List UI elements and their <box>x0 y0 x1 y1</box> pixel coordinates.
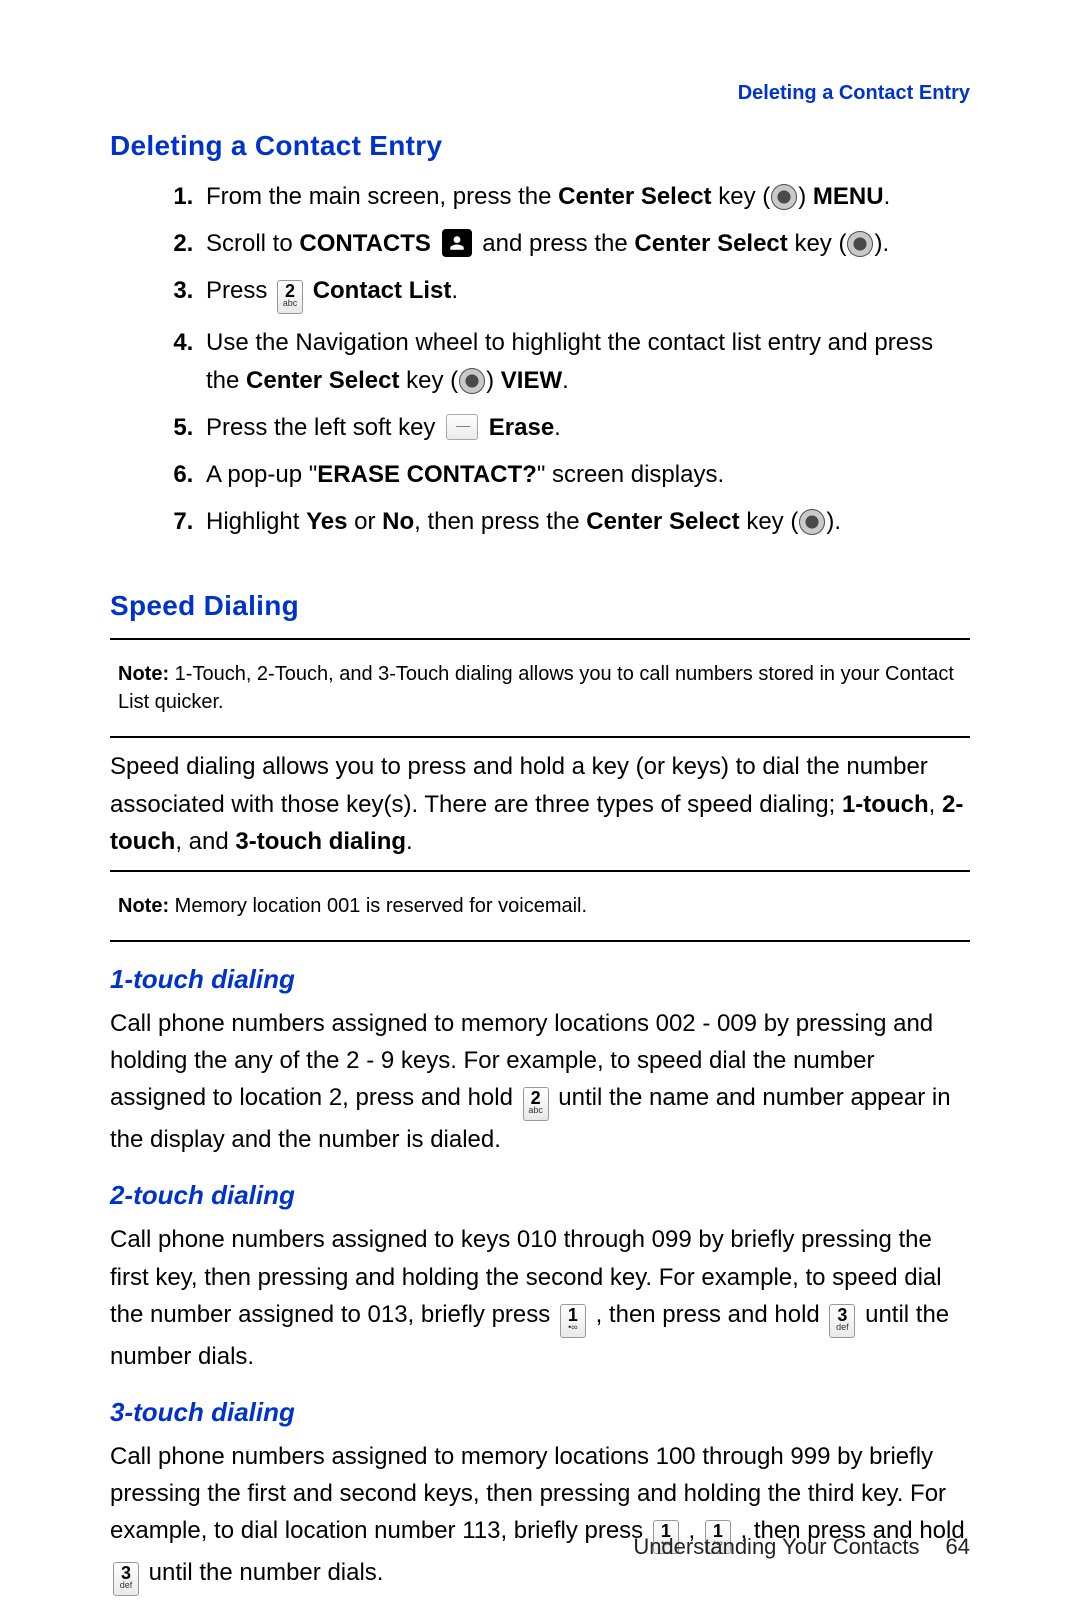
text: A pop-up " <box>206 461 317 488</box>
text: Press <box>206 277 274 304</box>
text: until the number dials. <box>149 1559 384 1586</box>
key-3-icon: 3def <box>829 1304 855 1338</box>
one-touch-paragraph: Call phone numbers assigned to memory lo… <box>110 1005 970 1159</box>
step-3: Press 2abc Contact List. <box>200 272 970 314</box>
key-sub: def <box>832 1323 852 1332</box>
text: Highlight <box>206 508 306 535</box>
text: , <box>929 791 942 818</box>
note-label: Note: <box>118 895 169 917</box>
step-6: A pop-up "ERASE CONTACT?" screen display… <box>200 456 970 493</box>
step-2: Scroll to CONTACTS and press the Center … <box>200 225 970 262</box>
step-4: Use the Navigation wheel to highlight th… <box>200 324 970 398</box>
text-bold: MENU <box>813 183 884 210</box>
text: , and <box>175 828 235 855</box>
text: ) <box>798 183 813 210</box>
step-5: Press the left soft key Erase. <box>200 409 970 446</box>
speed-intro-paragraph: Speed dialing allows you to press and ho… <box>110 748 970 860</box>
text-bold: CONTACTS <box>299 230 431 257</box>
two-touch-paragraph: Call phone numbers assigned to keys 010 … <box>110 1221 970 1375</box>
key-sub: abc <box>280 299 300 308</box>
heading-deleting: Deleting a Contact Entry <box>110 130 970 162</box>
text: ). <box>826 508 841 535</box>
text-bold: Center Select <box>558 183 711 210</box>
center-select-icon <box>799 509 825 535</box>
text-bold: VIEW <box>501 367 562 394</box>
text-bold: Center Select <box>586 508 739 535</box>
text: or <box>347 508 382 535</box>
text: , then press and hold <box>596 1301 827 1328</box>
footer-page-number: 64 <box>946 1534 970 1559</box>
center-select-icon <box>847 231 873 257</box>
soft-key-icon <box>446 414 478 440</box>
text-bold: Center Select <box>634 230 787 257</box>
deleting-steps-list: From the main screen, press the Center S… <box>140 178 970 540</box>
heading-1-touch: 1-touch dialing <box>110 964 970 995</box>
text: Press the left soft key <box>206 414 442 441</box>
text: . <box>406 828 413 855</box>
note-label: Note: <box>118 663 169 685</box>
running-header: Deleting a Contact Entry <box>738 82 970 105</box>
text: key ( <box>399 367 458 394</box>
text: . <box>884 183 891 210</box>
center-select-icon <box>459 368 485 394</box>
text: ). <box>874 230 889 257</box>
text-bold: No <box>382 508 414 535</box>
key-sub: abc <box>526 1106 546 1115</box>
divider <box>110 940 970 942</box>
key-1-icon: 1•∞ <box>560 1304 586 1338</box>
text: key ( <box>740 508 799 535</box>
text: , then press the <box>414 508 586 535</box>
text: Scroll to <box>206 230 299 257</box>
key-2-icon: 2abc <box>277 280 303 314</box>
heading-2-touch: 2-touch dialing <box>110 1180 970 1211</box>
text-bold: 3-touch dialing <box>235 828 406 855</box>
step-1: From the main screen, press the Center S… <box>200 178 970 215</box>
text: . <box>554 414 561 441</box>
center-select-icon <box>771 184 797 210</box>
text-bold: ERASE CONTACT? <box>317 461 537 488</box>
text-bold: Center Select <box>246 367 399 394</box>
page: Deleting a Contact Entry Deleting a Cont… <box>0 0 1080 1620</box>
text: . <box>562 367 569 394</box>
footer-chapter: Understanding Your Contacts <box>633 1534 919 1559</box>
contacts-icon <box>442 229 472 257</box>
key-3-icon: 3def <box>113 1562 139 1596</box>
text-bold: Erase <box>489 414 554 441</box>
key-sub: def <box>116 1581 136 1590</box>
text: key ( <box>788 230 847 257</box>
heading-speed-dialing: Speed Dialing <box>110 590 970 622</box>
heading-3-touch: 3-touch dialing <box>110 1397 970 1428</box>
note-1: Note: 1-Touch, 2-Touch, and 3-Touch dial… <box>110 652 970 724</box>
note-2: Note: Memory location 001 is reserved fo… <box>110 884 970 928</box>
text-bold: 1-touch <box>842 791 929 818</box>
text: ) <box>486 367 501 394</box>
three-touch-paragraph: Call phone numbers assigned to memory lo… <box>110 1438 970 1596</box>
step-7: Highlight Yes or No, then press the Cent… <box>200 503 970 540</box>
text: key ( <box>712 183 771 210</box>
key-2-icon: 2abc <box>523 1087 549 1121</box>
key-sub: •∞ <box>563 1323 583 1332</box>
text: . <box>451 277 458 304</box>
divider <box>110 638 970 640</box>
text: " screen displays. <box>537 461 724 488</box>
text: Speed dialing allows you to press and ho… <box>110 753 928 817</box>
text: From the main screen, press the <box>206 183 558 210</box>
note-text: 1-Touch, 2-Touch, and 3-Touch dialing al… <box>118 663 954 713</box>
text-bold: Yes <box>306 508 347 535</box>
page-footer: Understanding Your Contacts 64 <box>633 1534 970 1560</box>
note-text: Memory location 001 is reserved for voic… <box>169 895 587 917</box>
text-bold: Contact List <box>313 277 452 304</box>
divider <box>110 870 970 872</box>
divider <box>110 736 970 738</box>
text: and press the <box>482 230 634 257</box>
